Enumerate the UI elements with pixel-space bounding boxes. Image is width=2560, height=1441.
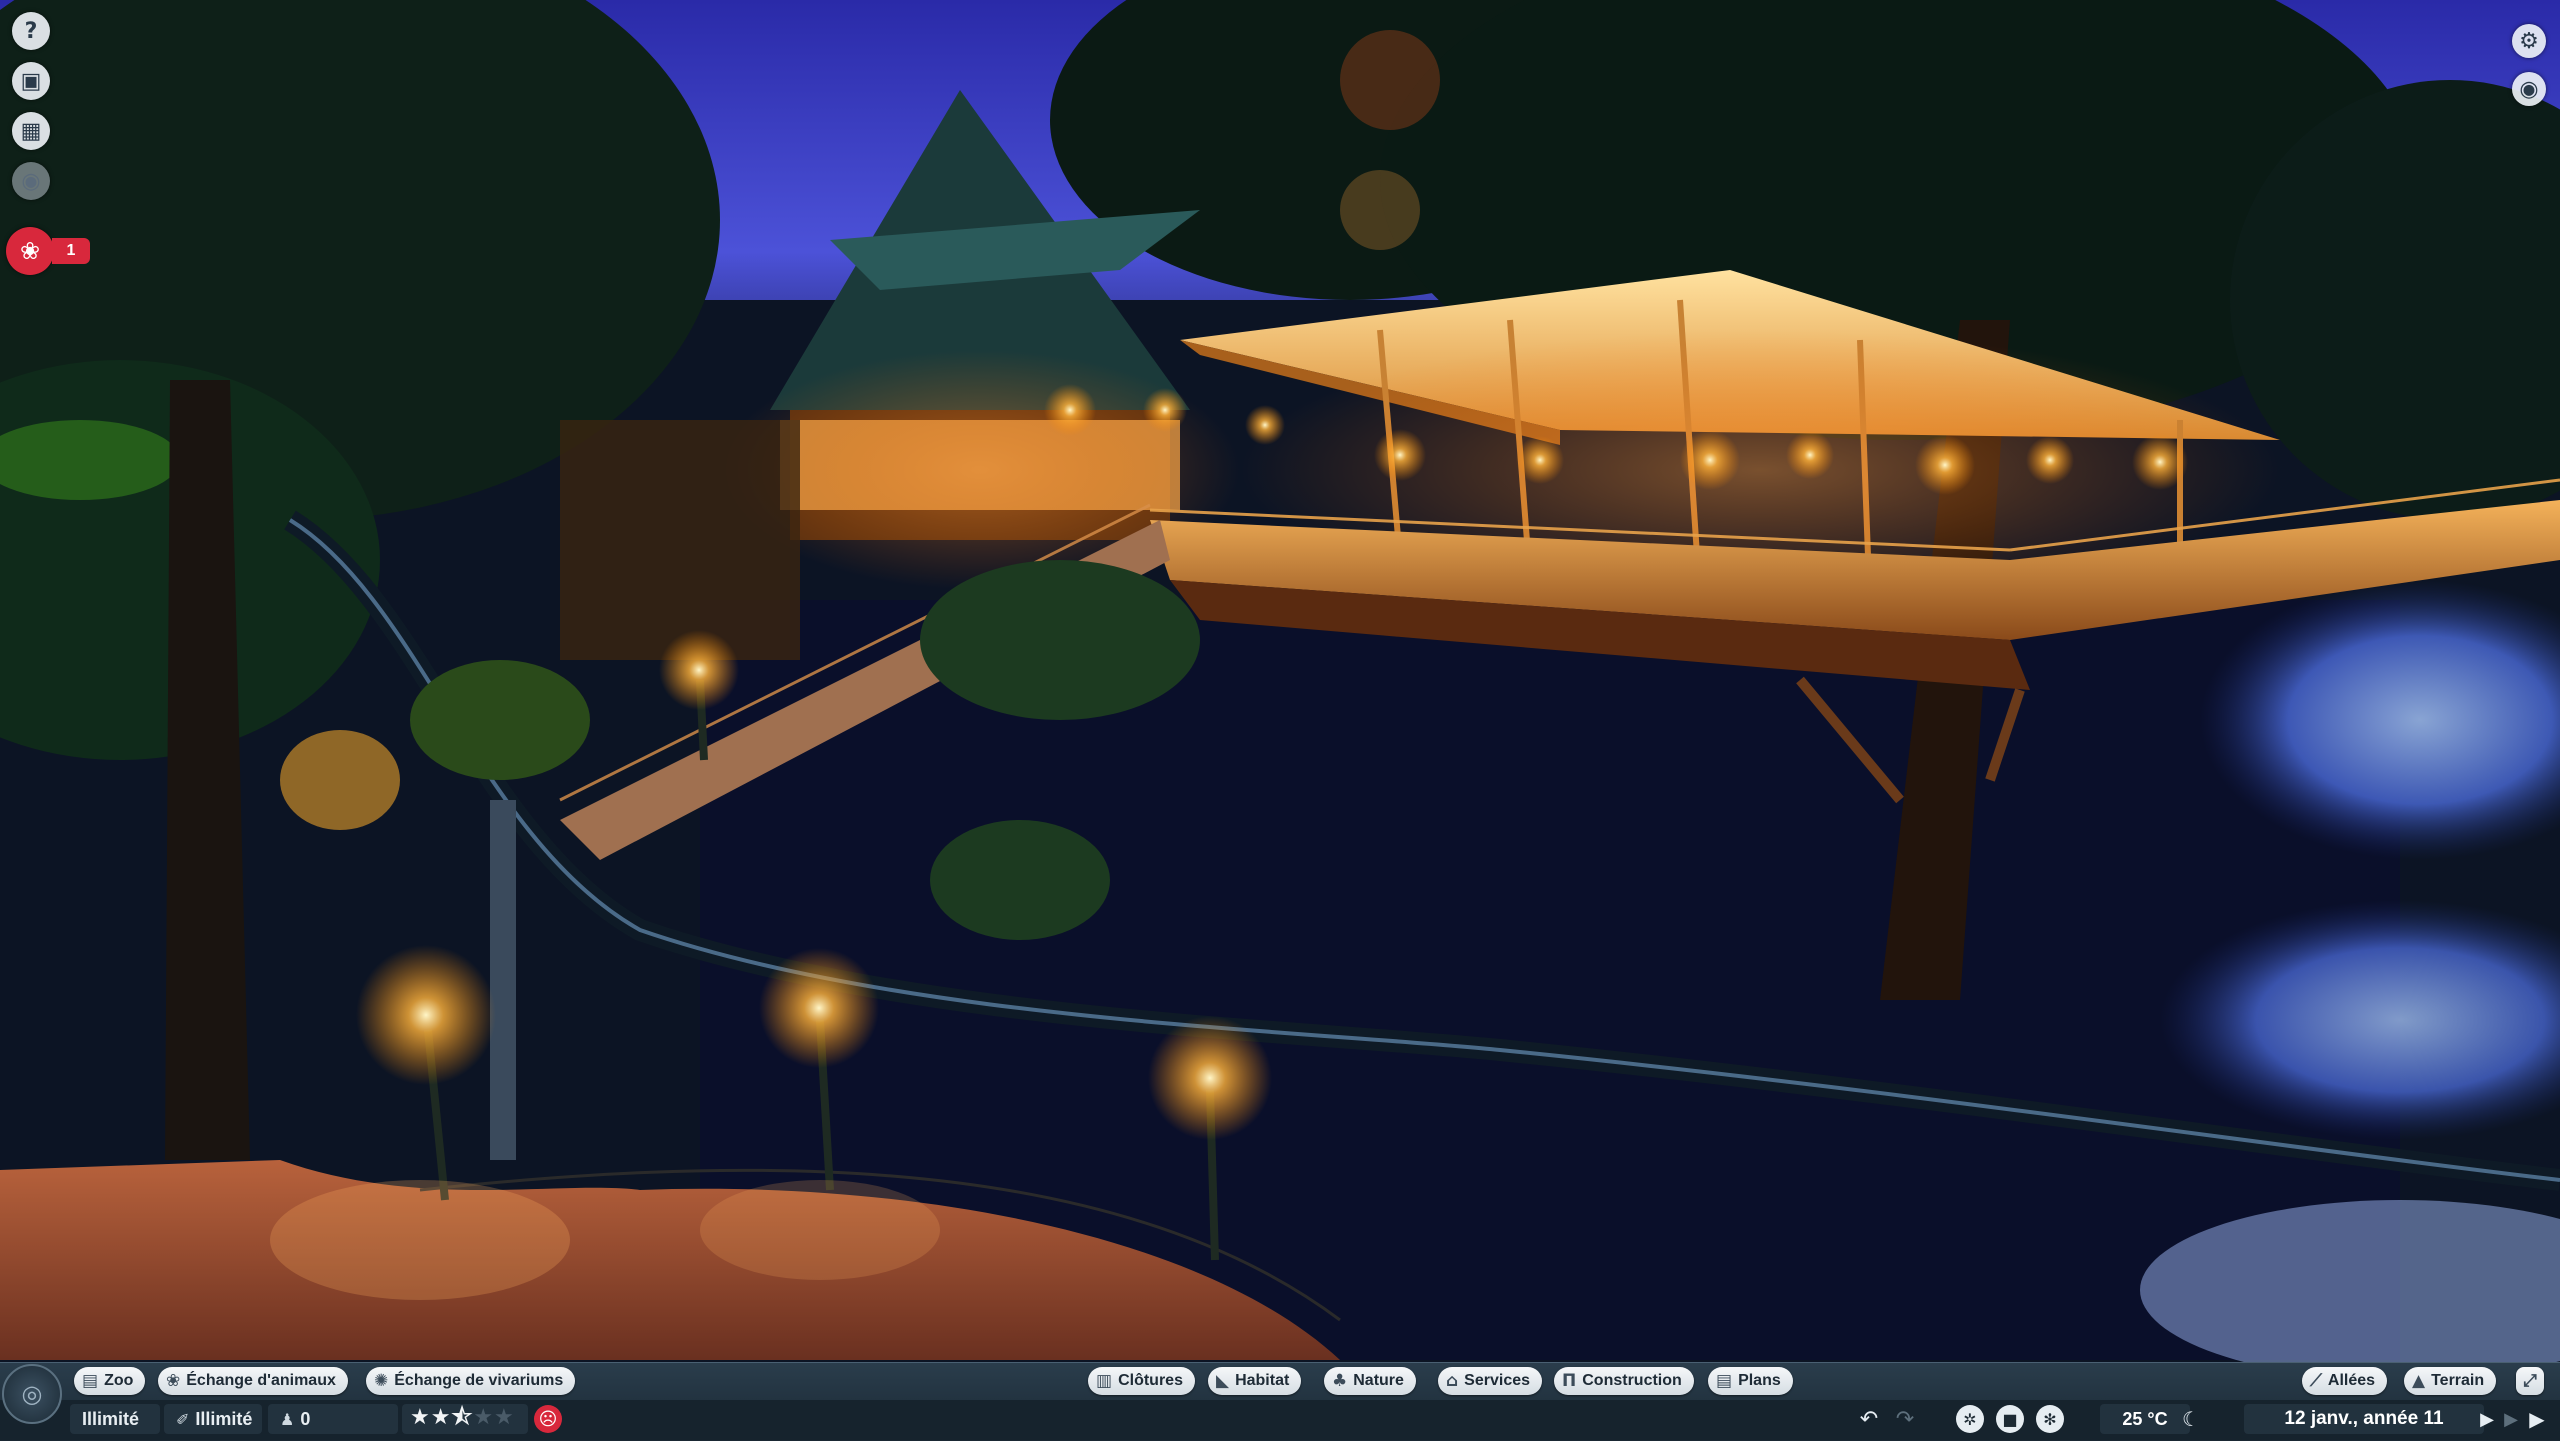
guests-icon: ♟ xyxy=(280,1409,295,1429)
tab-animal-trading[interactable]: ❀ Échange d'animaux xyxy=(158,1367,348,1395)
tab-services[interactable]: ⌂ Services xyxy=(1438,1367,1543,1395)
terrain-icon: ▲ xyxy=(2412,1371,2426,1391)
redo-icon: ↷ xyxy=(1895,1406,1915,1432)
guest-count-display[interactable]: ♟ 0 xyxy=(268,1404,398,1434)
calendar-button[interactable]: ▦ xyxy=(12,112,50,150)
building-icon: Π xyxy=(1562,1371,1577,1391)
rating-warning-icon[interactable]: ☹ xyxy=(534,1405,562,1433)
redo-button[interactable]: ↷ xyxy=(1890,1404,1920,1434)
photo-mode-button[interactable]: ✻ xyxy=(2036,1405,2064,1433)
paw-icon: ❀ xyxy=(166,1371,181,1391)
blueprint-icon: ▤ xyxy=(1716,1371,1733,1391)
undo-button[interactable]: ↶ xyxy=(1854,1404,1884,1434)
rating-star: ★ xyxy=(410,1405,431,1430)
rating-star: ★ xyxy=(494,1405,515,1430)
undo-icon: ↶ xyxy=(1859,1406,1879,1432)
calendar-icon: ▦ xyxy=(20,118,42,144)
zoo-overview-button[interactable]: ▣ xyxy=(12,62,50,100)
tab-label: Échange de vivariums xyxy=(394,1372,564,1389)
tab-terrain[interactable]: ▲ Terrain xyxy=(2404,1367,2497,1395)
tab-label: Zoo xyxy=(104,1372,134,1389)
tab-label: Allées xyxy=(2327,1372,2376,1389)
tab-label: Habitat xyxy=(1235,1372,1290,1389)
help-icon: ? xyxy=(24,18,38,44)
paw-icon: ❀ xyxy=(19,237,41,265)
dial-icon: ◎ xyxy=(21,1380,43,1408)
view-modes-button[interactable]: ◉ xyxy=(12,162,50,200)
help-button[interactable]: ? xyxy=(12,12,50,50)
play-icon: ▶ xyxy=(2529,1407,2545,1431)
info-overlay-button[interactable]: ✲ xyxy=(1956,1405,1984,1433)
zoo-management-icon: ▣ xyxy=(20,68,42,94)
rating-star: ★ xyxy=(430,1405,452,1430)
tab-nature[interactable]: ♣ Nature xyxy=(1324,1367,1416,1395)
tree-icon: ♣ xyxy=(1332,1371,1348,1391)
tab-habitat[interactable]: ◣ Habitat xyxy=(1208,1367,1302,1395)
fast-forward-icon: ▶ xyxy=(2504,1408,2518,1430)
tab-label: Terrain xyxy=(2431,1372,2485,1389)
tab-blueprints[interactable]: ▤ Plans xyxy=(1708,1367,1793,1395)
zoo-rating-display[interactable]: ★★⯪★★ xyxy=(402,1404,528,1434)
tab-zoo[interactable]: ▤ Zoo xyxy=(74,1367,146,1395)
tab-label: Plans xyxy=(1738,1372,1781,1389)
rating-star: ⯪ xyxy=(451,1405,474,1430)
leaf-icon: ✐ xyxy=(176,1409,190,1429)
notification-badge: 1 xyxy=(52,238,90,264)
fence-icon: ▥ xyxy=(1096,1371,1113,1391)
day-night-toggle[interactable]: ☾ xyxy=(2176,1404,2206,1434)
tab-paths[interactable]: ⟋ Allées xyxy=(2302,1367,2388,1395)
eye-icon: ◉ xyxy=(21,168,41,194)
eye-icon: ◉ xyxy=(2519,76,2539,102)
star-rating: ★★⯪★★ xyxy=(410,1400,515,1438)
settings-button[interactable]: ⚙ xyxy=(2512,24,2546,58)
gear-icon: ⚙ xyxy=(2519,28,2539,54)
conservation-credits-display[interactable]: ✐ Illimité xyxy=(164,1404,262,1434)
tab-label: Nature xyxy=(1353,1372,1404,1389)
info-overlay-icon: ✲ xyxy=(1963,1409,1977,1429)
camera-icon: ■ xyxy=(2002,1409,2018,1429)
tab-vivarium-trading[interactable]: ✺ Échange de vivariums xyxy=(366,1367,576,1395)
temperature-value: 25 °C xyxy=(2122,1408,2168,1429)
tab-construction[interactable]: Π Construction xyxy=(1554,1367,1694,1395)
money-display[interactable]: Illimité xyxy=(70,1404,160,1434)
aperture-icon: ✻ xyxy=(2043,1409,2057,1429)
credits-value: Illimité xyxy=(195,1408,253,1429)
main-menu-dial[interactable]: ◎ xyxy=(2,1364,62,1424)
tab-label: Services xyxy=(1464,1372,1531,1389)
game-viewport[interactable] xyxy=(0,0,2560,1440)
tab-label: Clôtures xyxy=(1118,1372,1183,1389)
moon-icon: ☾ xyxy=(2182,1407,2200,1431)
tab-label: Construction xyxy=(1582,1372,1682,1389)
tab-label: Échange d'animaux xyxy=(186,1372,336,1389)
zoo-icon: ▤ xyxy=(82,1371,99,1391)
date-display: 12 janv., année 11 xyxy=(2244,1404,2484,1434)
tab-fences[interactable]: ▥ Clôtures xyxy=(1088,1367,1195,1395)
habitat-icon: ◣ xyxy=(1216,1371,1230,1391)
camera-mode-button[interactable]: ■ xyxy=(1996,1405,2024,1433)
path-icon: ⟋ xyxy=(2310,1371,2322,1391)
play-icon: ▶ xyxy=(2480,1408,2494,1430)
rating-star: ★ xyxy=(473,1405,495,1430)
money-value: Illimité xyxy=(82,1408,140,1429)
camera-view-button[interactable]: ◉ xyxy=(2512,72,2546,106)
guest-count-value: 0 xyxy=(300,1408,311,1429)
expand-menu-button[interactable]: ⤢ xyxy=(2516,1367,2544,1395)
vivarium-icon: ✺ xyxy=(374,1371,389,1391)
animal-alerts-button[interactable]: ❀ xyxy=(6,227,54,275)
shop-icon: ⌂ xyxy=(1446,1371,1459,1391)
date-value: 12 janv., année 11 xyxy=(2284,1408,2444,1429)
expand-icon: ⤢ xyxy=(2523,1371,2537,1391)
play-button[interactable]: ▶ xyxy=(2522,1404,2552,1434)
